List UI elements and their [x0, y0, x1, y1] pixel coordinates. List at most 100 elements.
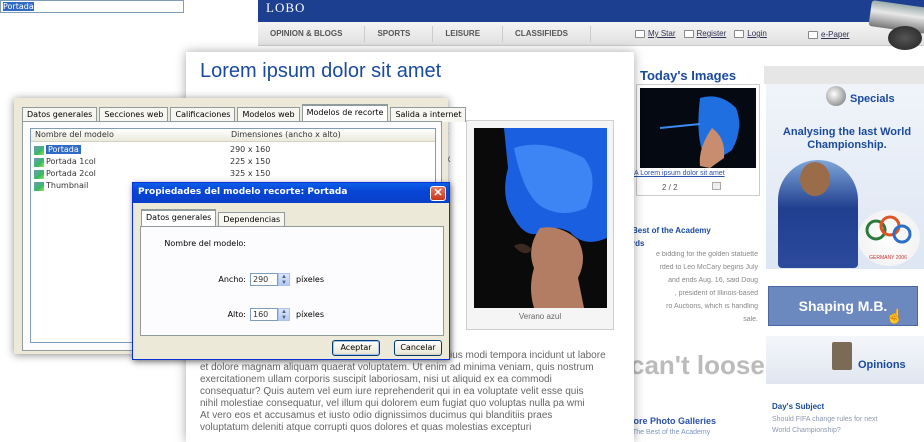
site-header-bar: LOBO: [258, 0, 924, 22]
article-photo-art: [504, 128, 607, 308]
model-icon: [34, 170, 44, 179]
thumb-caption-link[interactable]: A Lorem ipsum dolor sit amet: [634, 170, 725, 177]
properties-dialog-title[interactable]: Propiedades del modelo recorte: Portada: [133, 183, 449, 203]
model-dimensions: 325 x 150: [230, 169, 271, 178]
nav-leisure[interactable]: LEISURE: [433, 25, 504, 42]
article-body-line: ius modi tempora incidunt ut labore: [450, 350, 606, 361]
article-body-line: At vero eos et accusamus et iusto odio d…: [200, 410, 553, 421]
article-photo-caption: Verano azul: [518, 312, 562, 321]
close-icon: ✕: [433, 187, 443, 199]
article-body-line: voluptatum deleniti atque corrupti quos …: [200, 422, 532, 433]
ancho-label: Ancho:: [218, 275, 246, 284]
alto-input[interactable]: 160: [250, 308, 278, 321]
ancho-unit: píxeles: [296, 275, 325, 284]
best-academy-text: and ends Aug. 16, said Doug: [668, 277, 758, 284]
close-button[interactable]: ✕: [430, 186, 446, 201]
login-icon: [734, 29, 745, 38]
properties-tabs: Datos generales Dependencias: [141, 209, 287, 227]
days-subject-text[interactable]: World Championship?: [772, 427, 920, 434]
alto-unit: píxeles: [296, 310, 325, 319]
article-title: Lorem ipsum dolor sit amet: [200, 60, 442, 82]
settings-tabs: Datos generales Secciones web Calificaci…: [22, 104, 468, 122]
nav-opinion-blogs[interactable]: OPINION & BLOGS: [258, 25, 366, 42]
column-header-name[interactable]: Nombre del modelo: [35, 130, 114, 139]
column-header-dimensions[interactable]: Dimensiones (ancho x alto): [231, 130, 341, 139]
model-icon: [34, 182, 44, 191]
site-logo[interactable]: LOBO: [266, 0, 305, 15]
list-item[interactable]: Portada 2col 325 x 150: [32, 169, 432, 180]
model-name: Portada 2col: [46, 169, 96, 178]
tab-salida-a-internet[interactable]: Salida a internet: [390, 107, 467, 122]
days-subject-text[interactable]: Should FIFA change rules for next: [772, 416, 920, 423]
model-name: Portada 1col: [46, 157, 96, 166]
days-subject-heading: Day's Subject: [772, 402, 825, 411]
specials-heading: Specials: [850, 93, 895, 105]
accept-button[interactable]: Aceptar: [332, 340, 380, 356]
cancel-button[interactable]: Cancelar: [394, 340, 442, 356]
more-galleries-link[interactable]: More Photo Galleries: [626, 416, 716, 426]
tab-dependencias[interactable]: Dependencias: [218, 212, 286, 227]
tab-secciones-web[interactable]: Secciones web: [99, 107, 169, 122]
specials-headline[interactable]: Analysing the last World Championship.: [772, 126, 922, 152]
soccer-ball-icon: [826, 86, 846, 106]
worldcup-label: GERMANY 2006: [869, 255, 907, 261]
opinions-image: [832, 342, 852, 370]
pager-next-button[interactable]: [712, 182, 721, 190]
best-academy-text: e bidding for the golden statuette: [656, 251, 758, 258]
best-academy-title-line: Best of the Academy: [632, 226, 711, 235]
tab-modelos-de-recorte[interactable]: Modelos de recorte: [301, 104, 389, 122]
article-body-line: consequatur? Quis autem vel eum iure rep…: [200, 386, 584, 397]
worldcup-rings: [865, 215, 912, 244]
best-academy-text: rded to Leo McCary begins July: [659, 264, 758, 271]
alto-label: Alto:: [227, 310, 246, 319]
list-item[interactable]: Portada 290 x 160: [32, 145, 432, 156]
epaper-link[interactable]: e-Paper: [808, 30, 849, 39]
register-link[interactable]: Register: [683, 29, 727, 38]
list-header: Nombre del modelo Dimensiones (ancho x a…: [31, 129, 435, 142]
tab-calificaciones[interactable]: Calificaciones: [170, 107, 236, 122]
hand-cursor-icon: ☝: [886, 308, 904, 324]
login-label: Login: [747, 29, 767, 38]
article-body-line: nihil molestiae consequatur, vel illum q…: [200, 398, 585, 409]
best-academy-text: sale.: [743, 316, 758, 323]
article-body-line: exercitationem ullam corporis suscipit l…: [200, 374, 552, 385]
nav-sports[interactable]: SPORTS: [365, 25, 434, 42]
model-icon: [34, 158, 44, 167]
best-academy-text: , president of Illinois-based: [674, 290, 758, 297]
register-label: Register: [696, 29, 727, 38]
todays-images-heading: Today's Images: [640, 68, 737, 83]
epaper-icon: [808, 30, 818, 39]
tab-datos-generales[interactable]: Datos generales: [22, 107, 98, 122]
article-body-line: et dolore magnam aliquam quaerat volupta…: [200, 362, 594, 373]
register-icon: [683, 29, 694, 38]
tab-modelos-web[interactable]: Modelos web: [237, 107, 300, 122]
nombre-label: Nombre del modelo:: [164, 239, 246, 248]
ancho-stepper[interactable]: ▲ ▼: [278, 273, 290, 286]
article-photo[interactable]: [474, 128, 607, 308]
more-galleries-sublink[interactable]: The Best of the Academy: [632, 429, 710, 436]
player-head: [800, 162, 830, 196]
model-name: Thumbnail: [46, 181, 89, 190]
my-star-link[interactable]: My Star: [634, 29, 676, 38]
star-icon: [634, 29, 645, 38]
coffee-cup-icon: [888, 26, 922, 50]
opinions-heading: Opinions: [858, 359, 906, 371]
best-academy-heading[interactable]: Best of the Academy rds: [632, 224, 711, 250]
alto-stepper[interactable]: ▲ ▼: [278, 308, 290, 321]
model-dimensions: 225 x 150: [230, 157, 271, 166]
model-icon: [34, 146, 44, 155]
thumb-art: [659, 96, 740, 168]
todays-image-thumbnail[interactable]: [640, 88, 756, 168]
image-pager: 2 / 2: [662, 183, 678, 192]
epaper-label: e-Paper: [821, 30, 850, 39]
ancho-input[interactable]: 290: [250, 273, 278, 286]
model-name: Portada: [46, 145, 81, 154]
tab-datos-generales[interactable]: Datos generales: [141, 209, 217, 227]
sidebar-band: [764, 66, 924, 84]
list-item[interactable]: Portada 1col 225 x 150: [32, 157, 432, 168]
login-link[interactable]: Login: [734, 29, 767, 38]
my-star-label: My Star: [647, 29, 676, 38]
nav-classifieds[interactable]: CLASSIFIEDS: [503, 25, 591, 42]
ad-banner-text[interactable]: can't loose: [630, 350, 765, 381]
model-dimensions: 290 x 160: [230, 145, 271, 154]
